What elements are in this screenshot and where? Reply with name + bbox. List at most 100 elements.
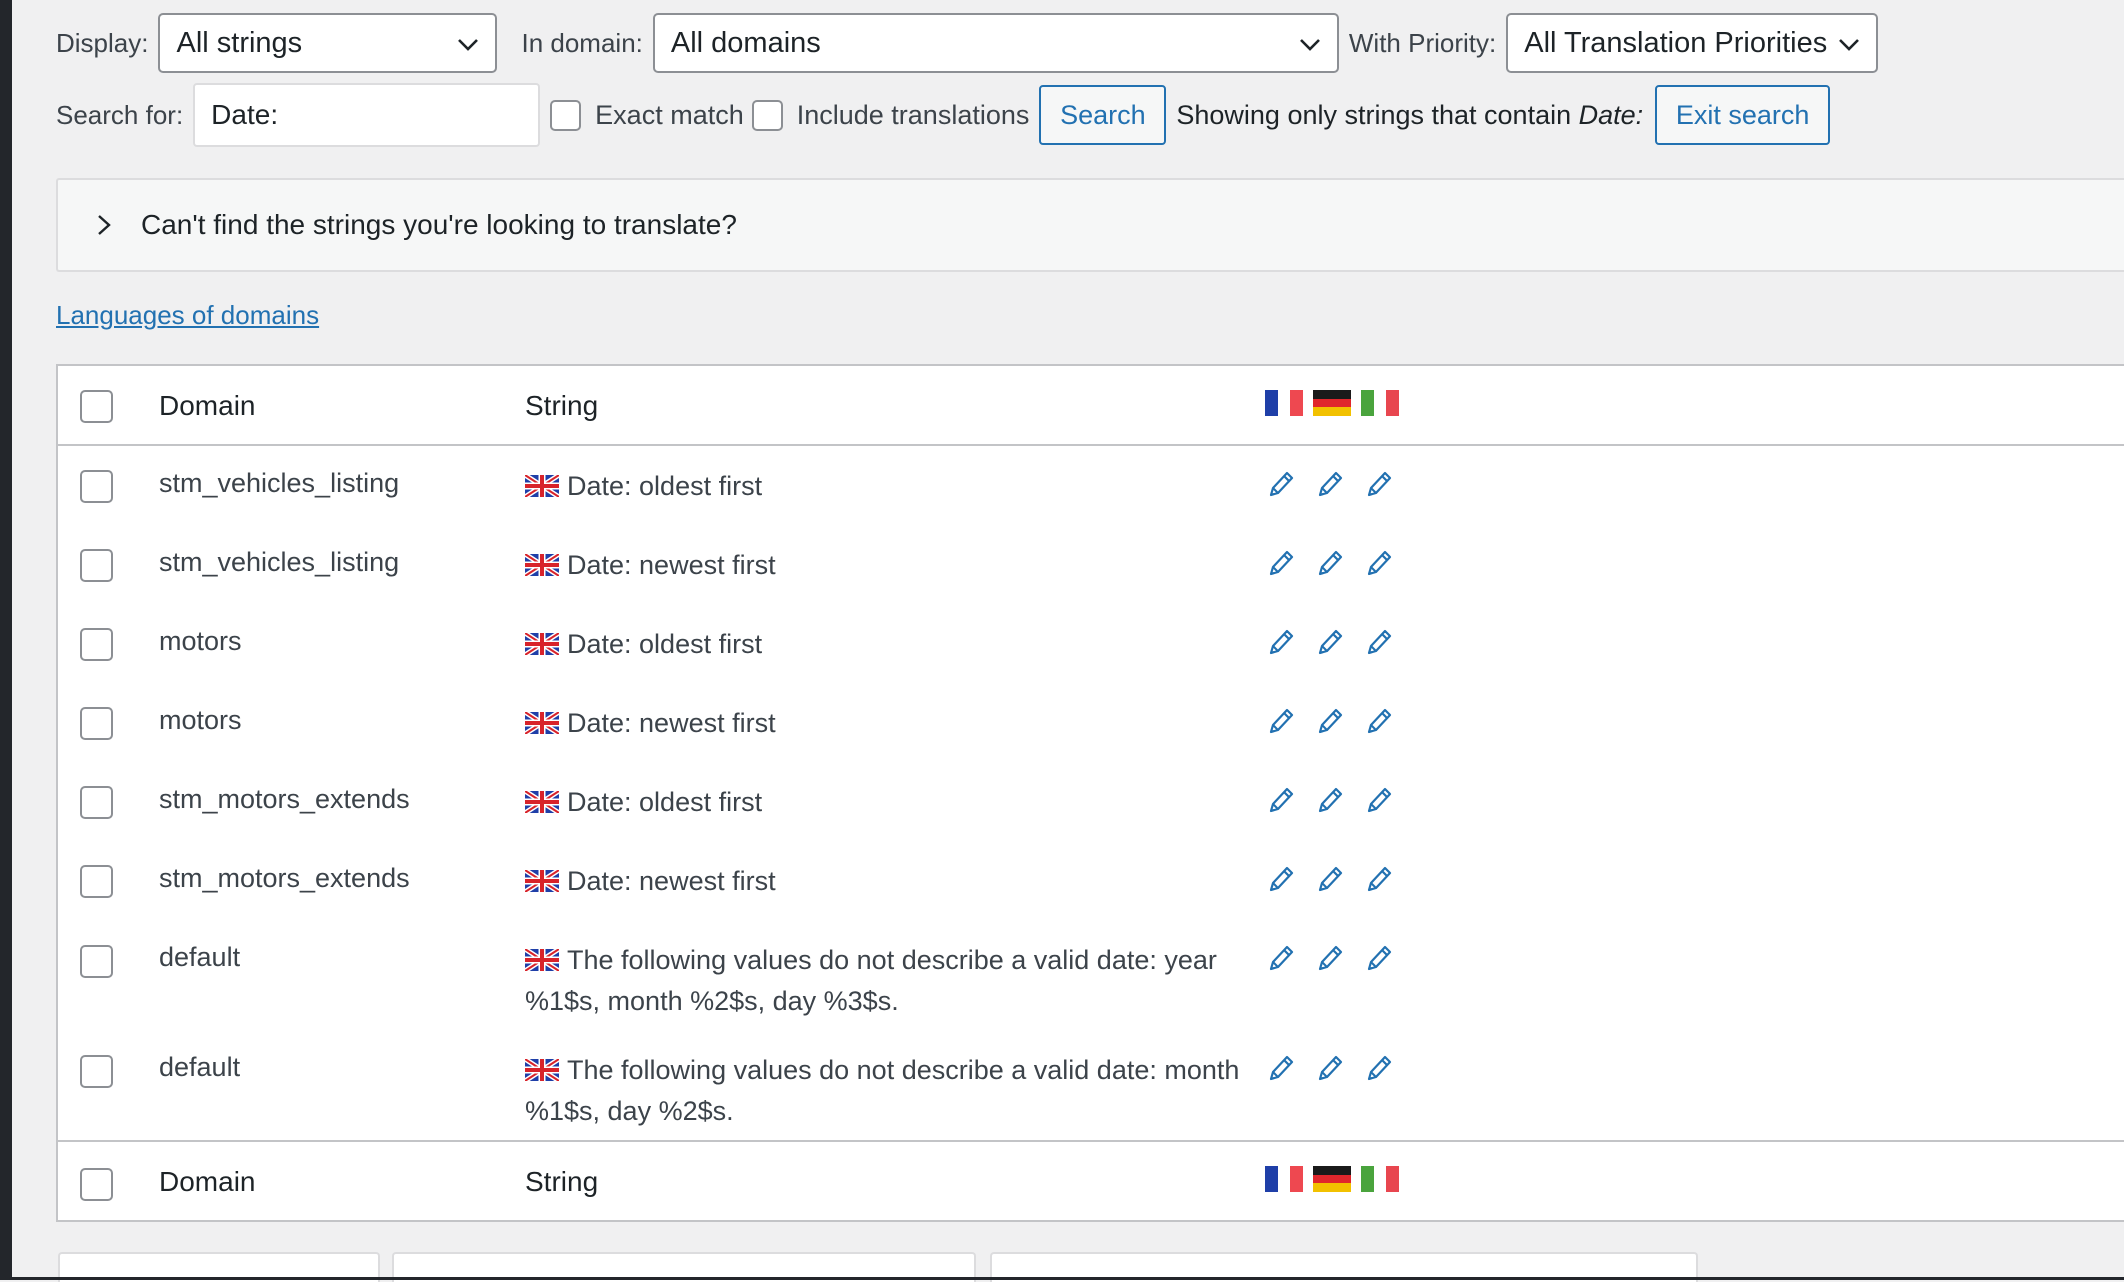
translation-edit-buttons: [1266, 863, 1394, 895]
edit-french-pencil-icon[interactable]: [1266, 942, 1296, 974]
edit-german-pencil-icon[interactable]: [1315, 942, 1345, 974]
row-string: Date: newest first: [523, 862, 1245, 903]
uk-flag-icon: [523, 706, 561, 745]
chevron-right-icon: [98, 215, 111, 235]
row-checkbox[interactable]: [80, 1055, 113, 1088]
chevron-down-icon: [458, 39, 479, 51]
cant-find-strings-label: Can't find the strings you're looking to…: [141, 209, 737, 240]
select-all-checkbox[interactable]: [80, 390, 113, 423]
domain-select[interactable]: All domains: [652, 13, 1339, 73]
row-domain: motors: [159, 626, 242, 656]
strings-table: Domain String stm_vehicles_listing Date:…: [56, 364, 2124, 1222]
search-notice: Showing only strings that contain Date:: [1176, 100, 1643, 131]
edit-german-pencil-icon[interactable]: [1315, 1052, 1345, 1084]
column-domain[interactable]: Domain: [159, 1166, 255, 1198]
edit-french-pencil-icon[interactable]: [1266, 468, 1296, 500]
row-checkbox[interactable]: [80, 945, 113, 978]
column-string[interactable]: String: [525, 390, 598, 422]
row-string: Date: newest first: [523, 546, 1245, 587]
row-domain: default: [159, 1052, 241, 1082]
translation-edit-buttons: [1266, 1052, 1394, 1084]
priority-select[interactable]: All Translation Priorities: [1506, 13, 1879, 73]
search-label: Search for:: [56, 99, 184, 130]
edit-italian-pencil-icon[interactable]: [1364, 863, 1394, 895]
edit-german-pencil-icon[interactable]: [1315, 705, 1345, 737]
german-flag-icon: [1313, 390, 1351, 417]
edit-italian-pencil-icon[interactable]: [1364, 784, 1394, 816]
select-all-checkbox[interactable]: [80, 1168, 113, 1201]
exit-search-button[interactable]: Exit search: [1655, 85, 1831, 145]
edit-german-pencil-icon[interactable]: [1315, 547, 1345, 579]
search-input[interactable]: Date:: [193, 83, 541, 147]
edit-italian-pencil-icon[interactable]: [1364, 1052, 1394, 1084]
italian-flag-icon: [1361, 390, 1400, 416]
exact-match-checkbox[interactable]: [550, 99, 582, 131]
row-string-text: Date: oldest first: [567, 629, 763, 659]
edit-italian-pencil-icon[interactable]: [1364, 942, 1394, 974]
priority-label: With Priority:: [1348, 27, 1497, 58]
uk-flag-icon: [523, 548, 561, 587]
row-domain: default: [159, 942, 241, 972]
row-string: Date: oldest first: [523, 783, 1245, 824]
column-string[interactable]: String: [525, 1166, 598, 1198]
row-checkbox[interactable]: [80, 549, 113, 582]
uk-flag-icon: [523, 1053, 561, 1092]
edit-italian-pencil-icon[interactable]: [1364, 705, 1394, 737]
row-domain: motors: [159, 705, 242, 735]
edit-german-pencil-icon[interactable]: [1315, 863, 1345, 895]
table-header: Domain String: [58, 366, 2124, 446]
row-string-text: Date: newest first: [567, 550, 776, 580]
uk-flag-icon: [523, 469, 561, 508]
edit-italian-pencil-icon[interactable]: [1364, 626, 1394, 658]
edit-french-pencil-icon[interactable]: [1266, 626, 1296, 658]
edit-german-pencil-icon[interactable]: [1315, 468, 1345, 500]
filter-row-top: Display: All strings In domain: All doma…: [56, 13, 1879, 73]
row-checkbox[interactable]: [80, 470, 113, 503]
cant-find-strings-toggle[interactable]: Can't find the strings you're looking to…: [56, 178, 2124, 272]
edit-french-pencil-icon[interactable]: [1266, 784, 1296, 816]
row-domain: stm_motors_extends: [159, 863, 410, 893]
french-flag-icon: [1265, 390, 1304, 416]
include-translations-label[interactable]: Include translations: [797, 100, 1030, 131]
column-domain[interactable]: Domain: [159, 390, 255, 422]
row-checkbox[interactable]: [80, 865, 113, 898]
row-string-text: Date: newest first: [567, 708, 776, 738]
table-body: stm_vehicles_listing Date: oldest first …: [58, 446, 2124, 1140]
edit-italian-pencil-icon[interactable]: [1364, 547, 1394, 579]
uk-flag-icon: [523, 864, 561, 903]
translation-edit-buttons: [1266, 942, 1394, 974]
row-checkbox[interactable]: [80, 707, 113, 740]
uk-flag-icon: [523, 943, 561, 982]
edit-french-pencil-icon[interactable]: [1266, 1052, 1296, 1084]
row-checkbox[interactable]: [80, 628, 113, 661]
edit-french-pencil-icon[interactable]: [1266, 863, 1296, 895]
filter-row-search: Search for: Date: Exact match Include tr…: [56, 83, 1831, 147]
row-string: Date: oldest first: [523, 467, 1245, 508]
edit-german-pencil-icon[interactable]: [1315, 784, 1345, 816]
edit-german-pencil-icon[interactable]: [1315, 626, 1345, 658]
row-string-text: Date: newest first: [567, 866, 776, 896]
edit-italian-pencil-icon[interactable]: [1364, 468, 1394, 500]
table-row: stm_vehicles_listing Date: newest first: [58, 525, 2124, 604]
uk-flag-icon: [523, 785, 561, 824]
chevron-down-icon: [1839, 39, 1860, 51]
row-string-text: The following values do not describe a v…: [525, 945, 1217, 1016]
row-string: Date: oldest first: [523, 625, 1245, 666]
display-select[interactable]: All strings: [158, 13, 498, 73]
edit-french-pencil-icon[interactable]: [1266, 547, 1296, 579]
window-left-edge: [0, 0, 12, 1280]
chevron-down-icon: [1299, 39, 1320, 51]
domain-select-value: All domains: [670, 26, 821, 59]
row-domain: stm_motors_extends: [159, 784, 410, 814]
row-string: The following values do not describe a v…: [523, 1051, 1245, 1131]
row-string: The following values do not describe a v…: [523, 941, 1245, 1021]
exact-match-label[interactable]: Exact match: [595, 100, 744, 131]
edit-french-pencil-icon[interactable]: [1266, 705, 1296, 737]
translation-edit-buttons: [1266, 468, 1394, 500]
row-string: Date: newest first: [523, 704, 1245, 745]
row-checkbox[interactable]: [80, 786, 113, 819]
languages-of-domains-link[interactable]: Languages of domains: [56, 300, 319, 331]
german-flag-icon: [1313, 1166, 1351, 1193]
include-translations-checkbox[interactable]: [751, 99, 783, 131]
search-button[interactable]: Search: [1039, 85, 1167, 145]
